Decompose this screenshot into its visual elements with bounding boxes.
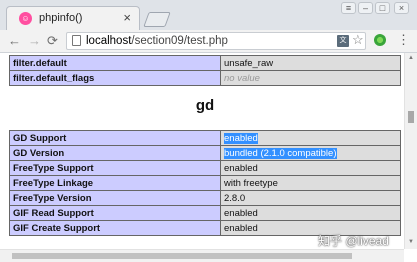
gd-table: GD Support enabled GD Version bundled (2… — [9, 130, 401, 236]
forward-icon[interactable]: → — [28, 33, 41, 48]
directive-cell: FreeType Version — [9, 190, 221, 206]
directive-cell: GD Version — [9, 145, 221, 161]
horizontal-scroll-thumb[interactable] — [12, 253, 352, 259]
directive-cell: GIF Read Support — [9, 205, 221, 221]
tab-close-icon[interactable]: × — [123, 10, 131, 25]
value-cell: enabled — [220, 130, 401, 146]
scroll-down-icon[interactable]: ▼ — [408, 239, 414, 245]
section-heading-gd: gd — [195, 97, 215, 114]
vertical-scrollbar[interactable]: ▲ ▼ — [404, 53, 417, 249]
table-row: filter.default unsafe_raw — [9, 55, 401, 71]
table-row: FreeType Linkage with freetype — [9, 175, 401, 191]
selected-value: enabled — [224, 132, 258, 144]
page-info-icon[interactable] — [72, 35, 81, 46]
directive-cell: GIF Create Support — [9, 220, 221, 236]
maximize-icon[interactable]: □ — [375, 2, 390, 14]
directive-cell: GD Support — [9, 130, 221, 146]
directive-cell: filter.default — [9, 55, 221, 71]
bookmark-star-icon[interactable]: ☆ — [352, 32, 364, 48]
browser-menu-icon[interactable]: ⋮ — [397, 32, 410, 48]
watermark: 知乎 @livead — [318, 234, 389, 248]
reload-icon[interactable]: ⟳ — [47, 33, 58, 49]
back-icon[interactable]: ← — [8, 33, 21, 48]
value-cell: enabled — [220, 160, 401, 176]
table-row: GD Version bundled (2.1.0 compatible) — [9, 145, 401, 161]
close-window-icon[interactable]: × — [394, 2, 409, 14]
url-host: localhost — [86, 35, 132, 47]
value-cell: unsafe_raw — [220, 55, 401, 71]
profile-menu-icon[interactable]: ≡ — [341, 2, 356, 14]
value-cell: 2.8.0 — [220, 190, 401, 206]
table-row: filter.default_flags no value — [9, 70, 401, 86]
horizontal-scrollbar[interactable] — [0, 249, 404, 262]
url-path: /section09/test.php — [131, 35, 228, 47]
filter-table: filter.default unsafe_raw filter.default… — [9, 55, 401, 86]
page-viewport: filter.default unsafe_raw filter.default… — [0, 53, 404, 249]
extension-icon[interactable] — [374, 34, 386, 46]
value-cell: no value — [220, 70, 401, 86]
scroll-up-icon[interactable]: ▲ — [408, 55, 414, 61]
value-cell: bundled (2.1.0 compatible) — [220, 145, 401, 161]
browser-tab-phpinfo[interactable]: ☺ phpinfo() × — [6, 6, 140, 30]
address-bar[interactable]: localhost/section09/test.php 文 ☆ — [66, 32, 366, 50]
tab-title: phpinfo() — [39, 12, 83, 24]
table-row: FreeType Version 2.8.0 — [9, 190, 401, 206]
translate-icon[interactable]: 文 — [337, 35, 349, 47]
selected-value: bundled (2.1.0 compatible) — [224, 147, 337, 159]
value-cell: with freetype — [220, 175, 401, 191]
browser-tab-strip: ☺ phpinfo() × ≡ – □ × — [0, 0, 417, 30]
table-row: FreeType Support enabled — [9, 160, 401, 176]
vertical-scroll-thumb[interactable] — [408, 111, 414, 123]
table-row: GD Support enabled — [9, 130, 401, 146]
php-favicon-icon: ☺ — [19, 12, 32, 25]
new-tab-button[interactable] — [143, 12, 171, 27]
table-row: GIF Read Support enabled — [9, 205, 401, 221]
minimize-icon[interactable]: – — [358, 2, 373, 14]
directive-cell: FreeType Linkage — [9, 175, 221, 191]
directive-cell: FreeType Support — [9, 160, 221, 176]
directive-cell: filter.default_flags — [9, 70, 221, 86]
value-cell: enabled — [220, 205, 401, 221]
url-text: localhost/section09/test.php — [86, 35, 228, 47]
browser-toolbar: ← → ⟳ localhost/section09/test.php 文 ☆ ⋮ — [0, 30, 417, 53]
